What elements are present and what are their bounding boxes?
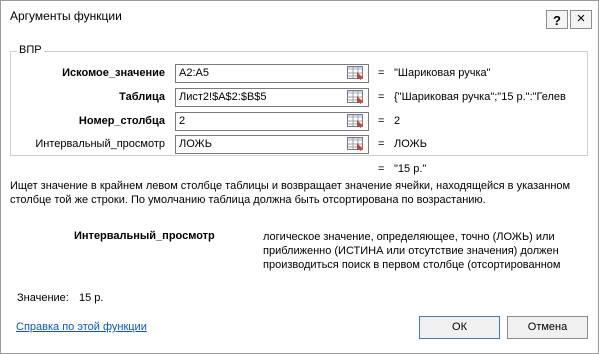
cancel-button[interactable]: Отмена bbox=[507, 316, 588, 339]
title-bar[interactable]: Аргументы функции ? × bbox=[1, 1, 598, 31]
arg-result-lookup-value: "Шариковая ручка" bbox=[394, 67, 491, 79]
range-select-icon[interactable] bbox=[347, 90, 365, 104]
function-arguments-dialog: Аргументы функции ? × ВПР Искомое_значен… bbox=[0, 0, 599, 354]
arg-label-range-lookup: Интервальный_просмотр bbox=[35, 138, 165, 150]
close-button[interactable]: × bbox=[570, 10, 592, 29]
dialog-title: Аргументы функции bbox=[10, 9, 122, 23]
arg-description-text: логическое значение, определяющее, точно… bbox=[263, 231, 561, 271]
range-select-icon[interactable] bbox=[347, 66, 365, 80]
arg-result-col-index: 2 bbox=[394, 115, 401, 127]
col-index-input[interactable]: 2 bbox=[175, 112, 369, 131]
range-select-icon[interactable] bbox=[347, 137, 365, 151]
range-select-icon[interactable] bbox=[347, 114, 365, 128]
arg-result-table: {"Шариковая ручка";"15 р.":"Гелев bbox=[394, 91, 566, 103]
value-result: 15 р. bbox=[79, 292, 104, 304]
arg-label-col-index: Номер_столбца bbox=[78, 115, 165, 127]
arg-label-lookup-value: Искомое_значение bbox=[62, 67, 165, 79]
value-label: Значение: bbox=[17, 292, 69, 304]
table-input[interactable]: Лист2!$A$2:$B$5 bbox=[175, 88, 369, 107]
arg-label-table: Таблица bbox=[119, 91, 165, 103]
formula-result: "15 р." bbox=[394, 163, 427, 175]
ok-button[interactable]: ОК bbox=[419, 316, 500, 339]
equals-sign: = bbox=[378, 163, 385, 175]
arg-description-label: Интервальный_просмотр bbox=[74, 230, 215, 242]
equals-sign: = bbox=[378, 67, 385, 79]
function-help-link[interactable]: Справка по этой функции bbox=[16, 321, 147, 333]
lookup-value-input[interactable]: A2:A5 bbox=[175, 64, 369, 83]
equals-sign: = bbox=[378, 91, 385, 103]
equals-sign: = bbox=[378, 115, 385, 127]
equals-sign: = bbox=[378, 138, 385, 150]
help-button[interactable]: ? bbox=[546, 10, 568, 29]
arg-result-range-lookup: ЛОЖЬ bbox=[394, 138, 427, 150]
range-lookup-input[interactable]: ЛОЖЬ bbox=[175, 135, 369, 154]
function-description: Ищет значение в крайнем левом столбце та… bbox=[10, 180, 571, 206]
function-name-label: ВПР bbox=[17, 44, 44, 56]
